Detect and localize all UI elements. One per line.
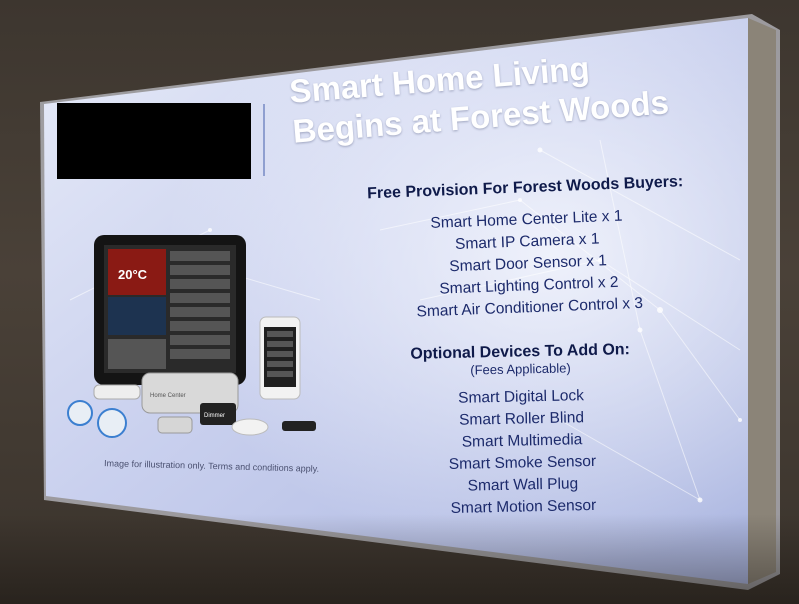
disclaimer-caption: Image for illustration only. Terms and c… <box>103 458 320 474</box>
tablet-image: 20°C <box>94 235 246 385</box>
dimmer-label: Dimmer <box>204 413 225 419</box>
thermostat-reading: 20°C <box>118 267 148 282</box>
dimmer-module: Dimmer <box>200 403 236 425</box>
title-divider <box>263 104 265 176</box>
redacted-logo <box>57 103 251 179</box>
phone-image <box>259 316 301 400</box>
headline: Smart Home Living Begins at Forest Woods <box>288 37 735 181</box>
free-provision-section: Free Provision For Forest Woods Buyers: … <box>350 173 705 326</box>
optional-item: Smart Motion Sensor <box>450 496 597 517</box>
hub-label: Home Center <box>150 393 186 399</box>
optional-devices-section: Optional Devices To Add On: (Fees Applic… <box>400 341 644 521</box>
devices-illustration: 20°C Home Center Dimmer <box>67 235 316 438</box>
